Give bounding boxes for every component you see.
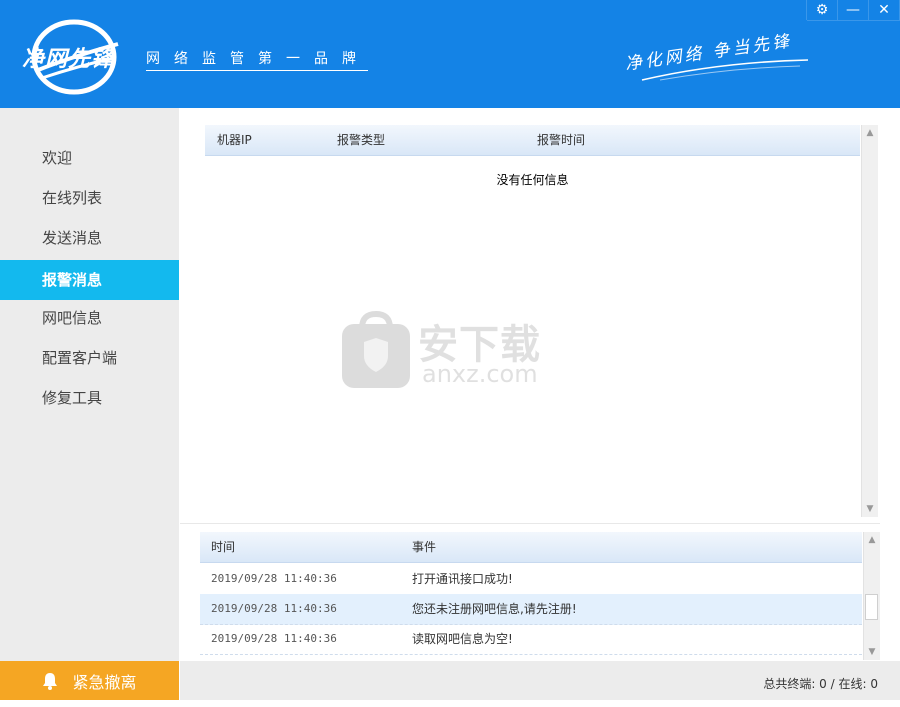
alarm-scrollbar[interactable]: ▲ ▼ [861,125,878,517]
sidebar-item-online-list[interactable]: 在线列表 [0,178,179,218]
emergency-evacuate-button[interactable]: 紧急撤离 [0,661,179,700]
watermark-bag-icon [342,310,410,388]
scroll-down-icon[interactable]: ▼ [862,501,878,517]
settings-icon[interactable]: ⚙ [807,0,838,21]
alarm-table-header: 机器IP 报警类型 报警时间 [205,125,860,156]
log-table-header: 时间 事件 [200,532,862,563]
app-header: 净网先锋 网络监管第一品牌 净化网络 争当先锋 ⚙ — ✕ [0,0,900,108]
row-event: 打开通讯接口成功! [412,572,513,586]
scroll-thumb[interactable] [865,594,878,620]
emergency-label: 紧急撤离 [72,672,137,692]
slogan-swoosh [641,59,809,81]
col-alarm-type[interactable]: 报警类型 [337,125,385,155]
row-event: 读取网吧信息为空! [412,632,513,646]
scroll-up-icon[interactable]: ▲ [862,125,878,141]
sidebar-item-send-message[interactable]: 发送消息 [0,218,179,258]
row-time: 2019/09/28 11:40:36 [211,572,337,585]
brand-tagline: 网络监管第一品牌 [146,51,370,67]
window-controls: ⚙ — ✕ [806,0,900,21]
tagline-underline [146,70,368,71]
brand-name: 净网先锋 [22,47,115,72]
terminal-count-status: 总共终端: 0 / 在线: 0 [763,677,878,691]
status-bar: 总共终端: 0 / 在线: 0 [180,661,900,700]
log-scrollbar[interactable]: ▲ ▼ [863,532,880,660]
watermark-en: anxz.com [422,360,538,388]
table-row[interactable]: 2019/09/28 11:40:36 您还未注册网吧信息,请先注册! [200,594,862,625]
sidebar-item-config-client[interactable]: 配置客户端 [0,338,179,378]
scroll-down-icon[interactable]: ▼ [864,644,880,660]
watermark: 安下载 anxz.com [340,310,560,390]
sidebar-item-repair-tools[interactable]: 修复工具 [0,378,179,418]
col-event[interactable]: 事件 [412,532,436,562]
row-event: 您还未注册网吧信息,请先注册! [412,602,577,616]
table-row[interactable]: 2019/09/28 11:40:36 读取网吧信息为空! [200,624,862,655]
sidebar-item-cafe-info[interactable]: 网吧信息 [0,298,179,338]
bell-icon [43,672,58,690]
row-time: 2019/09/28 11:40:36 [211,602,337,615]
col-time[interactable]: 时间 [211,532,235,562]
col-alarm-time[interactable]: 报警时间 [537,125,585,155]
sidebar-item-welcome[interactable]: 欢迎 [0,138,179,178]
row-time: 2019/09/28 11:40:36 [211,632,337,645]
sidebar: 欢迎 在线列表 发送消息 报警消息 网吧信息 配置客户端 修复工具 [0,108,179,661]
col-machine-ip[interactable]: 机器IP [217,125,252,155]
sidebar-item-alarm-messages[interactable]: 报警消息 [0,260,179,300]
table-row[interactable]: 2019/09/28 11:40:36 打开通讯接口成功! [200,564,862,595]
scroll-up-icon[interactable]: ▲ [864,532,880,548]
close-button[interactable]: ✕ [869,0,900,21]
panel-divider [180,523,880,524]
minimize-button[interactable]: — [838,0,869,21]
alarm-empty-message: 没有任何信息 [496,173,569,187]
